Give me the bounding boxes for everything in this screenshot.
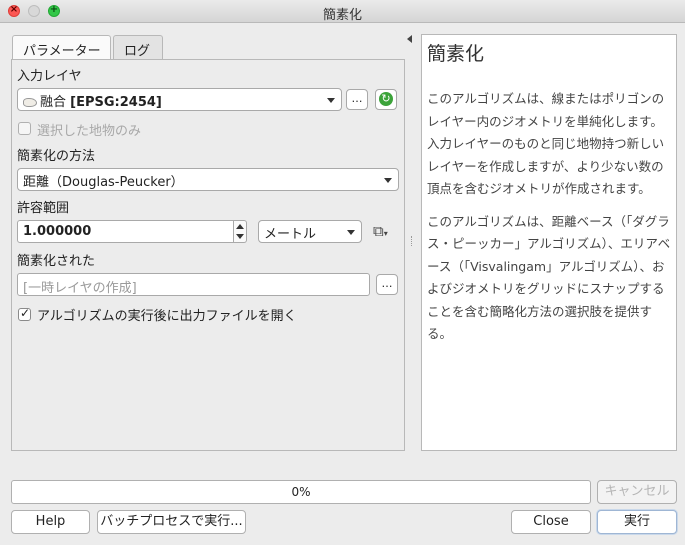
dialog-window: × + 簡素化 パラメーター ログ 入力レイヤ 融合 [EPSG:2454] …… bbox=[0, 0, 685, 545]
cancel-button[interactable]: キャンセル bbox=[597, 480, 677, 504]
chevron-down-icon bbox=[384, 178, 392, 183]
output-input[interactable]: [一時レイヤの作成] bbox=[17, 273, 370, 296]
progress-text: 0% bbox=[291, 485, 311, 499]
progress-bar: 0% bbox=[11, 480, 591, 504]
close-button[interactable]: Close bbox=[511, 510, 591, 534]
title-bar: × + 簡素化 bbox=[0, 0, 685, 23]
help-paragraph-2: このアルゴリズムは、距離ベース（「ダグラス・ピーッカー」アルゴリズム）、エリアベ… bbox=[427, 213, 671, 342]
chevron-down-icon bbox=[327, 98, 335, 103]
chevron-down-icon bbox=[347, 230, 355, 235]
unit-value: メートル bbox=[264, 227, 317, 242]
selected-only-label: 選択した地物のみ bbox=[37, 124, 142, 139]
tolerance-label: 許容範囲 bbox=[17, 201, 70, 216]
tolerance-input[interactable]: 1.000000 bbox=[17, 220, 234, 243]
chevron-up-icon[interactable] bbox=[236, 224, 244, 229]
help-panel: 簡素化 このアルゴリズムは、線またはポリゴンのレイヤー内のジオメトリを単純化しま… bbox=[421, 34, 677, 451]
tab-parameters[interactable]: パラメーター bbox=[12, 35, 111, 61]
output-placeholder: [一時レイヤの作成] bbox=[23, 281, 137, 296]
data-defined-icon: ⧉ bbox=[373, 222, 384, 240]
batch-process-button[interactable]: バッチプロセスで実行... bbox=[97, 510, 246, 534]
help-paragraph-1: このアルゴリズムは、線またはポリゴンのレイヤー内のジオメトリを単純化します。入力… bbox=[427, 91, 665, 196]
help-title: 簡素化 bbox=[427, 43, 485, 65]
input-layer-crs: [EPSG:2454] bbox=[70, 95, 162, 110]
input-layer-browse-button[interactable]: … bbox=[346, 89, 368, 110]
iterate-button[interactable]: ↻ bbox=[375, 89, 397, 110]
refresh-icon: ↻ bbox=[379, 92, 393, 106]
tab-log[interactable]: ログ bbox=[113, 35, 163, 60]
output-label: 簡素化された bbox=[17, 254, 96, 269]
input-layer-combo[interactable]: 融合 [EPSG:2454] bbox=[17, 88, 342, 111]
method-value: 距離（Douglas-Peucker） bbox=[23, 175, 184, 190]
collapse-help-icon[interactable] bbox=[407, 35, 412, 43]
input-layer-label: 入力レイヤ bbox=[17, 69, 82, 84]
open-output-label: アルゴリズムの実行後に出力ファイルを開く bbox=[37, 309, 297, 324]
parameters-panel: 入力レイヤ 融合 [EPSG:2454] … ↻ 選択した地物のみ 簡素化の方法… bbox=[11, 59, 405, 451]
tolerance-value: 1.000000 bbox=[23, 224, 92, 239]
splitter-handle[interactable] bbox=[411, 236, 413, 246]
tolerance-stepper[interactable] bbox=[234, 220, 247, 243]
method-label: 簡素化の方法 bbox=[17, 149, 96, 164]
chevron-down-icon[interactable] bbox=[236, 234, 244, 239]
window-title: 簡素化 bbox=[322, 8, 362, 23]
unit-combo[interactable]: メートル bbox=[258, 220, 362, 243]
polygon-layer-icon bbox=[23, 98, 37, 107]
data-defined-override-button[interactable]: ⧉▾ bbox=[373, 222, 397, 242]
output-browse-button[interactable]: … bbox=[376, 274, 398, 295]
help-button[interactable]: Help bbox=[11, 510, 90, 534]
input-layer-name: 融合 bbox=[40, 95, 67, 110]
open-output-checkbox[interactable] bbox=[18, 306, 31, 321]
method-combo[interactable]: 距離（Douglas-Peucker） bbox=[17, 168, 399, 191]
run-button[interactable]: 実行 bbox=[597, 510, 677, 534]
selected-only-checkbox[interactable] bbox=[18, 122, 31, 135]
